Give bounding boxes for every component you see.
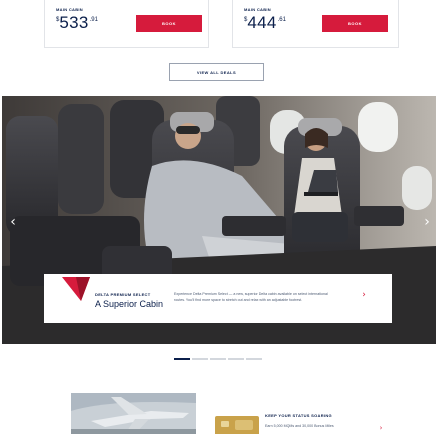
delta-widget-logo-icon [62, 277, 90, 301]
credit-card-image [215, 416, 259, 434]
caption-body: Experience Delta Premium Select — a new,… [174, 292, 328, 302]
carousel-dot[interactable] [192, 358, 208, 360]
book-button[interactable]: BOOK [322, 15, 388, 32]
price-whole: 444 [247, 13, 277, 32]
deal-price: $ 444 .61 [244, 14, 286, 32]
deal-price: $ 533 .91 [56, 14, 98, 32]
carousel-dot[interactable] [174, 358, 190, 360]
price-whole: 533 [59, 13, 89, 32]
carousel-prev-icon[interactable]: ‹ [6, 210, 20, 234]
carousel-pagination [174, 358, 262, 360]
promo-airplane-image [71, 393, 196, 434]
carousel-dot[interactable] [246, 358, 262, 360]
carousel-next-icon[interactable]: › [420, 210, 434, 234]
price-cents: .61 [277, 17, 286, 23]
view-all-deals-button[interactable]: VIEW ALL DEALS [169, 63, 264, 81]
deal-cabin-label: MAIN CABIN [244, 7, 271, 12]
carousel-dot[interactable] [228, 358, 244, 360]
deal-card-2: MAIN CABIN $ 444 .61 BOOK [232, 0, 399, 48]
chevron-right-icon[interactable]: › [359, 288, 369, 302]
deal-cabin-label: MAIN CABIN [56, 7, 83, 12]
caption-eyebrow: DELTA PREMIUM SELECT [95, 292, 151, 297]
deal-card-1: MAIN CABIN $ 533 .91 BOOK [44, 0, 209, 48]
promo-text: Earn 5,000 MQMs and 30,000 Bonus Miles [265, 424, 334, 428]
chevron-right-icon[interactable]: › [377, 422, 385, 434]
book-button[interactable]: BOOK [136, 15, 202, 32]
promo-eyebrow: KEEP YOUR STATUS SOARING [265, 413, 332, 418]
carousel-dot[interactable] [210, 358, 226, 360]
hero-caption-card[interactable]: DELTA PREMIUM SELECT A Superior Cabin Ex… [44, 274, 392, 323]
price-cents: .91 [89, 17, 98, 23]
caption-headline: A Superior Cabin [95, 299, 164, 309]
